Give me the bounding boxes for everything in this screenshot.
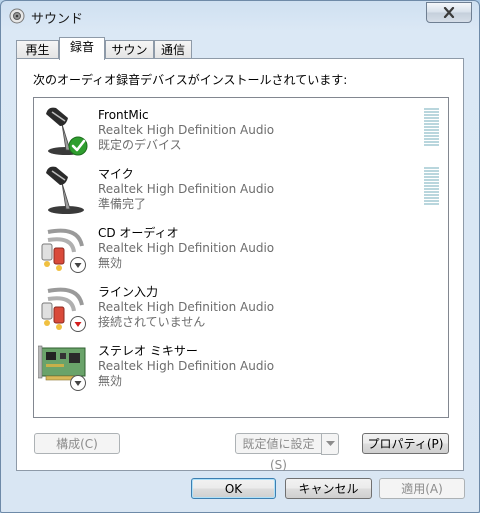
rca-cable-icon	[41, 287, 86, 332]
device-item-line-in[interactable]: ライン入力 Realtek High Definition Audio 接続され…	[34, 279, 448, 338]
device-name: ライン入力	[98, 285, 159, 299]
device-driver: Realtek High Definition Audio	[98, 300, 275, 314]
device-item-mic[interactable]: マイク Realtek High Definition Audio 準備完了	[34, 161, 448, 220]
microphone-icon	[46, 166, 84, 214]
sound-card-icon	[38, 345, 86, 391]
microphone-icon	[46, 107, 88, 156]
tab-recording[interactable]: 録音	[59, 37, 105, 60]
tab-playback[interactable]: 再生	[16, 40, 59, 59]
tab-sounds[interactable]: サウンド	[105, 40, 154, 75]
rca-cable-icon	[41, 228, 86, 273]
device-status: 接続されていません	[98, 315, 206, 329]
level-meter	[424, 108, 439, 147]
window-title: サウンド	[31, 12, 84, 27]
device-status: 既定のデバイス	[98, 138, 182, 152]
disabled-arrow-icon	[70, 257, 86, 273]
set-default-button[interactable]: 既定値に設定(S)	[235, 433, 322, 472]
device-status: 無効	[98, 256, 123, 270]
recording-panel: 次のオーディオ録音デバイスがインストールされています: FrontMic Rea	[16, 58, 464, 472]
properties-button[interactable]: プロパティ(P)	[362, 433, 449, 454]
device-name: FrontMic	[98, 108, 149, 122]
device-item-cd-audio[interactable]: CD オーディオ Realtek High Definition Audio 無…	[34, 220, 448, 279]
device-driver: Realtek High Definition Audio	[98, 123, 275, 137]
close-icon	[443, 7, 455, 18]
level-meter	[424, 167, 439, 206]
disabled-arrow-icon	[70, 375, 86, 391]
speaker-app-icon	[9, 8, 25, 24]
unplugged-arrow-icon	[70, 316, 86, 332]
device-driver: Realtek High Definition Audio	[98, 359, 275, 373]
device-name: ステレオ ミキサー	[98, 344, 198, 358]
close-button[interactable]	[426, 2, 472, 23]
chevron-down-icon	[325, 441, 335, 446]
tab-communications[interactable]: 通信	[154, 40, 192, 59]
device-status: 無効	[98, 374, 123, 388]
device-name: マイク	[98, 167, 134, 181]
apply-button[interactable]: 適用(A)	[379, 478, 465, 499]
ok-button[interactable]: OK	[191, 478, 276, 499]
device-status: 準備完了	[98, 197, 147, 211]
configure-button[interactable]: 構成(C)	[34, 433, 120, 454]
title-bar[interactable]: サウンド	[1, 1, 479, 31]
device-list[interactable]: FrontMic Realtek High Definition Audio 既…	[33, 97, 449, 418]
instruction-text: 次のオーディオ録音デバイスがインストールされています:	[33, 73, 348, 87]
device-item-stereo-mixer[interactable]: ステレオ ミキサー Realtek High Definition Audio …	[34, 338, 448, 397]
device-driver: Realtek High Definition Audio	[98, 182, 275, 196]
sound-dialog: サウンド 再生 録音 サウンド 通信 次のオーディオ録音デバイスがインストールさ…	[0, 0, 480, 513]
device-item-frontmic[interactable]: FrontMic Realtek High Definition Audio 既…	[34, 102, 448, 161]
cancel-button[interactable]: キャンセル	[285, 478, 372, 499]
set-default-dropdown-button[interactable]	[321, 433, 339, 455]
default-check-icon	[68, 136, 88, 156]
device-name: CD オーディオ	[98, 226, 179, 240]
device-driver: Realtek High Definition Audio	[98, 241, 275, 255]
